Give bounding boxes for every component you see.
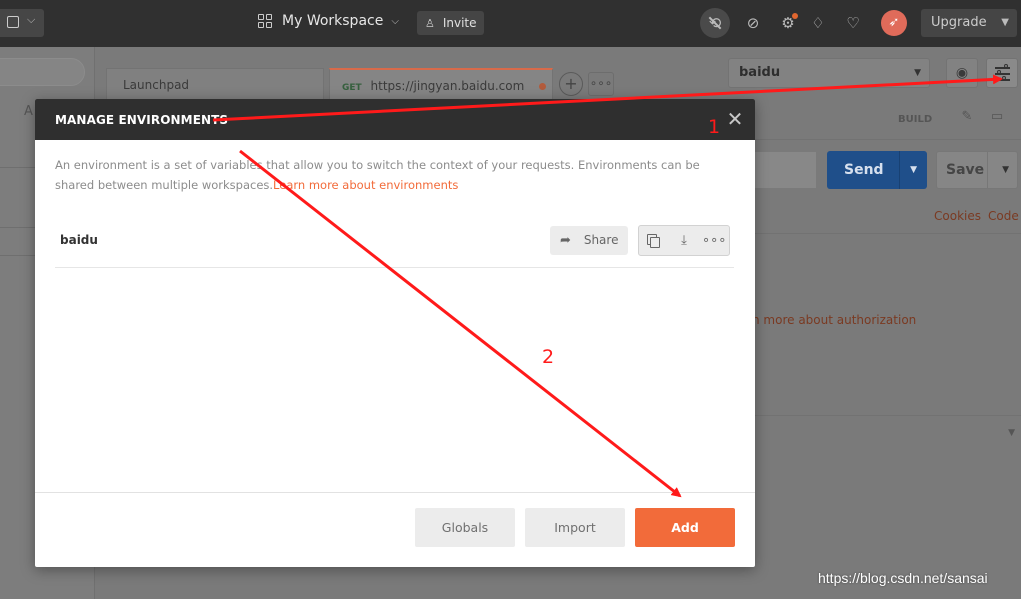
tab-more-button[interactable]: ∘∘∘ [588,72,614,96]
gear-icon[interactable]: ⚙ [773,8,803,38]
learn-more-link[interactable]: Learn more about environments [273,178,458,192]
modal-header: MANAGE ENVIRONMENTS ✕ [35,99,755,140]
upgrade-button[interactable]: Upgrade ▼ [921,9,1017,37]
workspace-label: My Workspace [282,13,384,29]
upgrade-label: Upgrade [931,15,987,30]
sidebar-letter: A [24,104,33,119]
right-panel: baidu ▼ ◉ BUILD ✎ ▭ Send ▼ Save ▼ Cookie… [715,47,1021,599]
cookies-link[interactable]: Cookies [934,209,981,223]
environment-selected: baidu [739,65,781,80]
watermark: https://blog.csdn.net/sansai [818,570,988,586]
globals-button[interactable]: Globals [415,508,515,547]
environment-actions: ⤓ ∘∘∘ [638,225,730,256]
satellite-icon[interactable]: ⊘ [738,8,768,38]
download-icon[interactable]: ⤓ [672,230,696,252]
caret-down-icon: ▼ [914,68,921,78]
manage-environments-modal: MANAGE ENVIRONMENTS ✕ An environment is … [35,99,755,567]
grid-icon [258,14,272,28]
person-add-icon: ♙ [425,17,435,30]
duplicate-icon[interactable] [642,230,666,252]
save-button[interactable]: Save ▼ [936,151,1018,189]
share-icon: ➦ [560,233,571,248]
annotation-step-2: 2 [542,346,555,368]
send-label: Send [844,162,884,178]
rocket-icon: ➶ [888,15,900,30]
build-label: BUILD [898,114,933,125]
environment-row[interactable]: baidu ➦ Share ⤓ ∘∘∘ [55,223,734,268]
avatar[interactable]: ➶ [881,10,907,36]
environment-name[interactable]: baidu [60,233,98,247]
more-icon[interactable]: ∘∘∘ [702,230,726,252]
tab-launchpad[interactable]: Launchpad [106,68,324,100]
top-bar: ⌵ My Workspace ⌵ ♙ Invite ⟲ ⊘ ⚙ ♢ ♡ ➶ Up… [0,0,1021,47]
environment-quick-look-button[interactable]: ◉ [946,58,978,88]
annotation-step-1: 1 [708,116,721,138]
invite-label: Invite [442,16,477,30]
manage-environments-button[interactable] [986,58,1018,88]
share-label: Share [583,233,619,247]
pencil-icon[interactable]: ✎ [955,109,979,131]
import-button[interactable]: Import [525,508,625,547]
sync-off-icon[interactable]: ⟲ [700,8,730,38]
environment-select[interactable]: baidu ▼ [728,58,930,88]
modal-description: An environment is a set of variables tha… [55,155,735,195]
tab-request[interactable]: GET https://jingyan.baidu.com [329,68,553,100]
code-link[interactable]: Code [988,209,1019,223]
unsaved-dot [539,83,546,90]
caret-down-icon: ▼ [1002,165,1009,175]
sidebar-search[interactable] [0,58,85,86]
tab-label: https://jingyan.baidu.com [370,79,525,93]
add-tab-button[interactable]: + [559,72,583,96]
tab-label: Launchpad [123,78,190,92]
caret-down-icon[interactable]: ▼ [1008,428,1015,438]
add-button[interactable]: Add [635,508,735,547]
eye-icon: ◉ [955,65,969,81]
chevron-down-icon: ⌵ [391,15,399,27]
bell-icon[interactable]: ♢ [803,8,833,38]
close-icon[interactable]: ✕ [725,109,745,129]
send-button[interactable]: Send ▼ [827,151,927,189]
authorization-link[interactable]: n more about authorization [752,313,916,327]
new-button[interactable]: ⌵ [0,9,44,37]
new-icon [7,16,19,28]
workspace-switcher[interactable]: My Workspace ⌵ [258,13,399,29]
notification-dot [792,13,798,19]
share-button[interactable]: ➦ Share [550,226,628,255]
chevron-down-icon: ⌵ [27,13,36,26]
comment-icon[interactable]: ▭ [985,109,1009,131]
tab-method: GET [342,83,362,93]
heart-icon[interactable]: ♡ [838,8,868,38]
save-label: Save [946,162,985,178]
invite-button[interactable]: ♙ Invite [417,11,484,35]
caret-down-icon: ▼ [910,165,917,175]
caret-down-icon: ▼ [1001,17,1009,28]
modal-title: MANAGE ENVIRONMENTS [55,113,229,127]
